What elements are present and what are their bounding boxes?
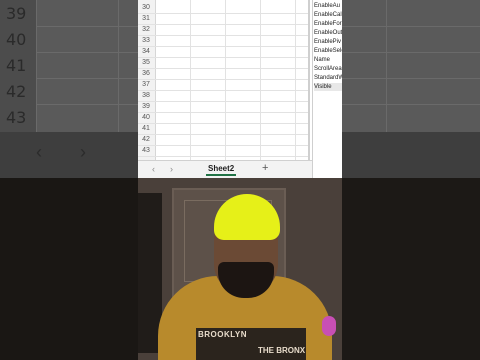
property-item-selected[interactable]: Visible bbox=[314, 83, 342, 91]
row-number[interactable]: 39 bbox=[138, 101, 154, 112]
row-number[interactable]: 30 bbox=[138, 2, 154, 13]
row-number[interactable]: 32 bbox=[138, 24, 154, 35]
property-item[interactable]: EnableCal bbox=[314, 11, 342, 19]
background-prev-arrow-icon: ‹ bbox=[36, 142, 42, 162]
row-number[interactable]: 31 bbox=[138, 13, 154, 24]
property-item[interactable]: StandardW bbox=[314, 74, 342, 82]
sheet-row[interactable]: 43 bbox=[138, 145, 310, 157]
row-number[interactable]: 35 bbox=[138, 57, 154, 68]
row-number[interactable]: 43 bbox=[138, 145, 154, 156]
row-number[interactable]: 37 bbox=[138, 79, 154, 90]
background-row-number: 42 bbox=[6, 82, 27, 101]
background-grid-line bbox=[36, 0, 37, 132]
background-grid-line bbox=[386, 0, 387, 132]
background-grid-line bbox=[118, 0, 119, 132]
background-row-header: 39 40 41 42 43 bbox=[0, 0, 36, 132]
row-number[interactable]: 41 bbox=[138, 123, 154, 134]
video-blur-left bbox=[0, 178, 138, 360]
property-item[interactable]: EnablePiv bbox=[314, 38, 342, 46]
add-sheet-button[interactable]: + bbox=[262, 162, 268, 174]
row-number[interactable]: 42 bbox=[138, 134, 154, 145]
property-item[interactable]: EnableSele bbox=[314, 47, 342, 55]
pink-light bbox=[322, 316, 336, 336]
row-number[interactable]: 38 bbox=[138, 90, 154, 101]
property-item[interactable]: EnableOut bbox=[314, 29, 342, 37]
background-row-number: 40 bbox=[6, 30, 27, 49]
background-row-number: 43 bbox=[6, 108, 27, 127]
tab-sheet2[interactable]: Sheet2 bbox=[206, 163, 237, 176]
row-number[interactable]: 36 bbox=[138, 68, 154, 79]
next-sheet-icon[interactable]: › bbox=[170, 164, 173, 174]
row-number[interactable]: 40 bbox=[138, 112, 154, 123]
sheet-tab-bar: ‹ › Sheet2 + bbox=[138, 160, 312, 178]
video-blur-right bbox=[342, 178, 480, 360]
vertical-scrollbar[interactable] bbox=[308, 0, 310, 160]
shirt-text-line2: THE BRONX bbox=[258, 346, 306, 355]
background-row-number: 41 bbox=[6, 56, 27, 75]
webcam-video: BROOKLYN THE BRONX bbox=[0, 178, 480, 360]
property-item[interactable]: ScrollArea bbox=[314, 65, 342, 73]
background-next-arrow-icon: › bbox=[80, 142, 86, 162]
row-number[interactable]: 33 bbox=[138, 35, 154, 46]
property-item[interactable]: EnableAu bbox=[314, 2, 342, 10]
shirt-text-line1: BROOKLYN bbox=[198, 330, 248, 339]
row-number[interactable]: 34 bbox=[138, 46, 154, 57]
property-item[interactable]: Name bbox=[314, 56, 342, 64]
properties-panel: EnableAu EnableCal EnableFor EnableOut E… bbox=[312, 0, 342, 178]
background-row-number: 39 bbox=[6, 4, 27, 23]
excel-window: 30 31 32 33 34 35 36 37 38 39 40 41 42 4… bbox=[138, 0, 342, 178]
prev-sheet-icon[interactable]: ‹ bbox=[152, 164, 155, 174]
property-item[interactable]: EnableFor bbox=[314, 20, 342, 28]
